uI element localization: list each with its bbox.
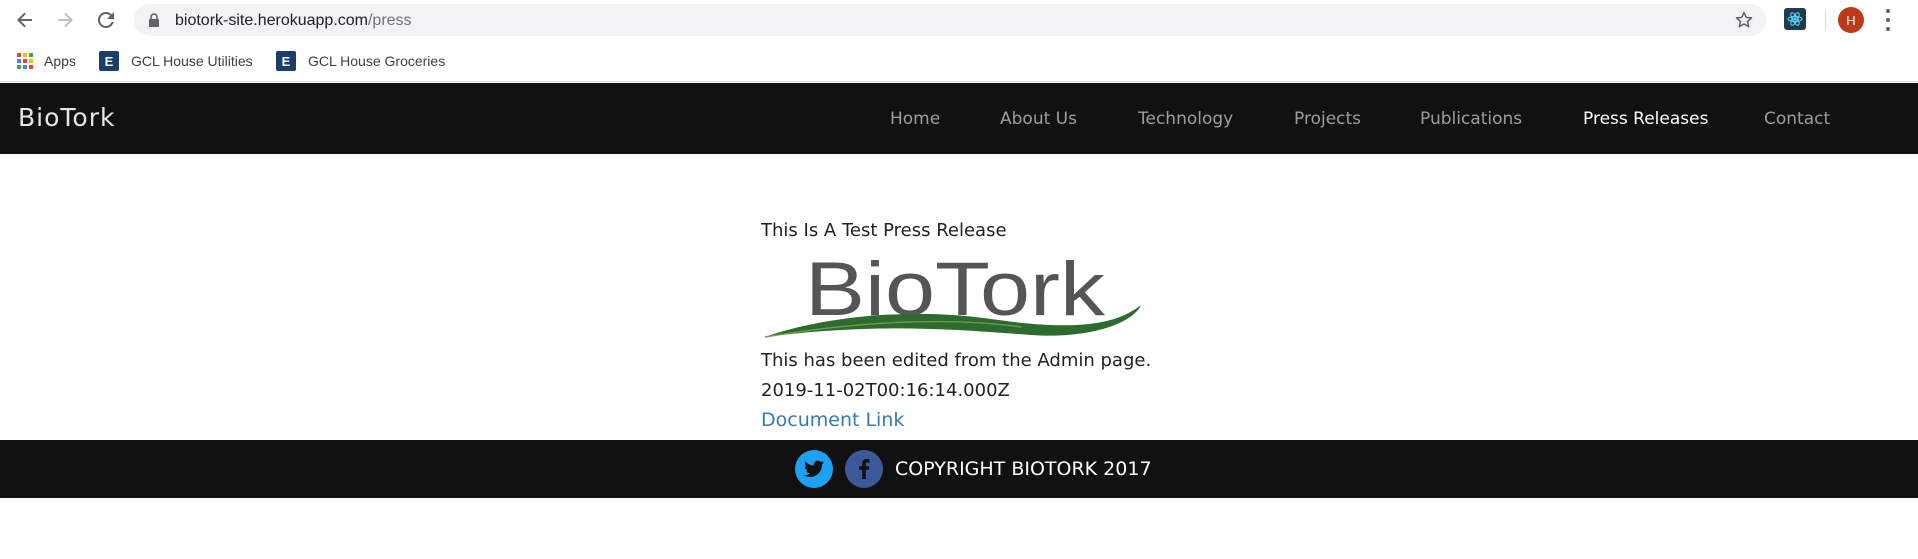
twitter-icon[interactable] bbox=[795, 450, 833, 488]
press-release-body: This has been edited from the Admin page… bbox=[761, 350, 1152, 371]
address-bar[interactable]: biotork-site.herokuapp.com/press bbox=[134, 4, 1766, 36]
url-path: /press bbox=[367, 12, 412, 29]
star-icon[interactable] bbox=[1734, 10, 1754, 30]
forward-button[interactable] bbox=[51, 6, 79, 34]
reload-button[interactable] bbox=[92, 6, 120, 34]
nav-home[interactable]: Home bbox=[890, 109, 940, 129]
nav-contact[interactable]: Contact bbox=[1764, 109, 1830, 129]
browser-toolbar: biotork-site.herokuapp.com/press H bbox=[0, 0, 1918, 40]
menu-icon[interactable] bbox=[1884, 9, 1892, 31]
document-link[interactable]: Document Link bbox=[761, 409, 904, 431]
copyright-text: COPYRIGHT BIOTORK 2017 bbox=[895, 458, 1152, 480]
press-release: This Is A Test Press Release BioTork Thi… bbox=[761, 220, 1161, 431]
site-footer: COPYRIGHT BIOTORK 2017 bbox=[0, 440, 1918, 498]
bookmark-label: GCL House Utilities bbox=[131, 53, 253, 69]
bookmark-label: Apps bbox=[44, 53, 76, 69]
nav-press-releases[interactable]: Press Releases bbox=[1583, 109, 1708, 129]
nav-projects[interactable]: Projects bbox=[1294, 109, 1361, 129]
apps-grid-icon bbox=[17, 53, 33, 69]
biotork-logo: BioTork bbox=[761, 247, 1154, 342]
site-brand[interactable]: BioTork bbox=[18, 103, 115, 132]
reload-icon bbox=[97, 11, 114, 28]
press-release-date: 2019-11-02T00:16:14.000Z bbox=[761, 380, 1010, 401]
press-release-title: This Is A Test Press Release bbox=[761, 220, 1007, 241]
nav-publications[interactable]: Publications bbox=[1420, 109, 1522, 129]
bookmark-apps[interactable]: Apps bbox=[17, 49, 76, 73]
bookmark-label: GCL House Groceries bbox=[308, 53, 446, 69]
bookmark-favicon-icon: E bbox=[276, 51, 296, 71]
bookmark-gcl-groceries[interactable]: E GCL House Groceries bbox=[276, 49, 445, 73]
back-button[interactable] bbox=[11, 6, 39, 34]
bookmarks-bar: Apps E GCL House Utilities E GCL House G… bbox=[0, 40, 1918, 82]
react-devtools-icon[interactable] bbox=[1784, 8, 1806, 30]
bookmark-favicon-icon: E bbox=[99, 51, 119, 71]
nav-about-us[interactable]: About Us bbox=[1000, 109, 1077, 129]
url-host: biotork-site.herokuapp.com bbox=[175, 12, 368, 29]
toolbar-divider bbox=[1825, 10, 1826, 30]
lock-icon bbox=[149, 13, 159, 27]
bookmark-gcl-utilities[interactable]: E GCL House Utilities bbox=[99, 49, 253, 73]
url-text: biotork-site.herokuapp.com/press bbox=[175, 12, 412, 30]
profile-avatar[interactable]: H bbox=[1838, 7, 1864, 33]
facebook-icon[interactable] bbox=[845, 450, 883, 488]
nav-technology[interactable]: Technology bbox=[1138, 109, 1233, 129]
back-arrow-icon bbox=[17, 12, 32, 28]
forward-arrow-icon bbox=[58, 12, 73, 28]
site-navbar: BioTork Home About Us Technology Project… bbox=[0, 83, 1918, 154]
